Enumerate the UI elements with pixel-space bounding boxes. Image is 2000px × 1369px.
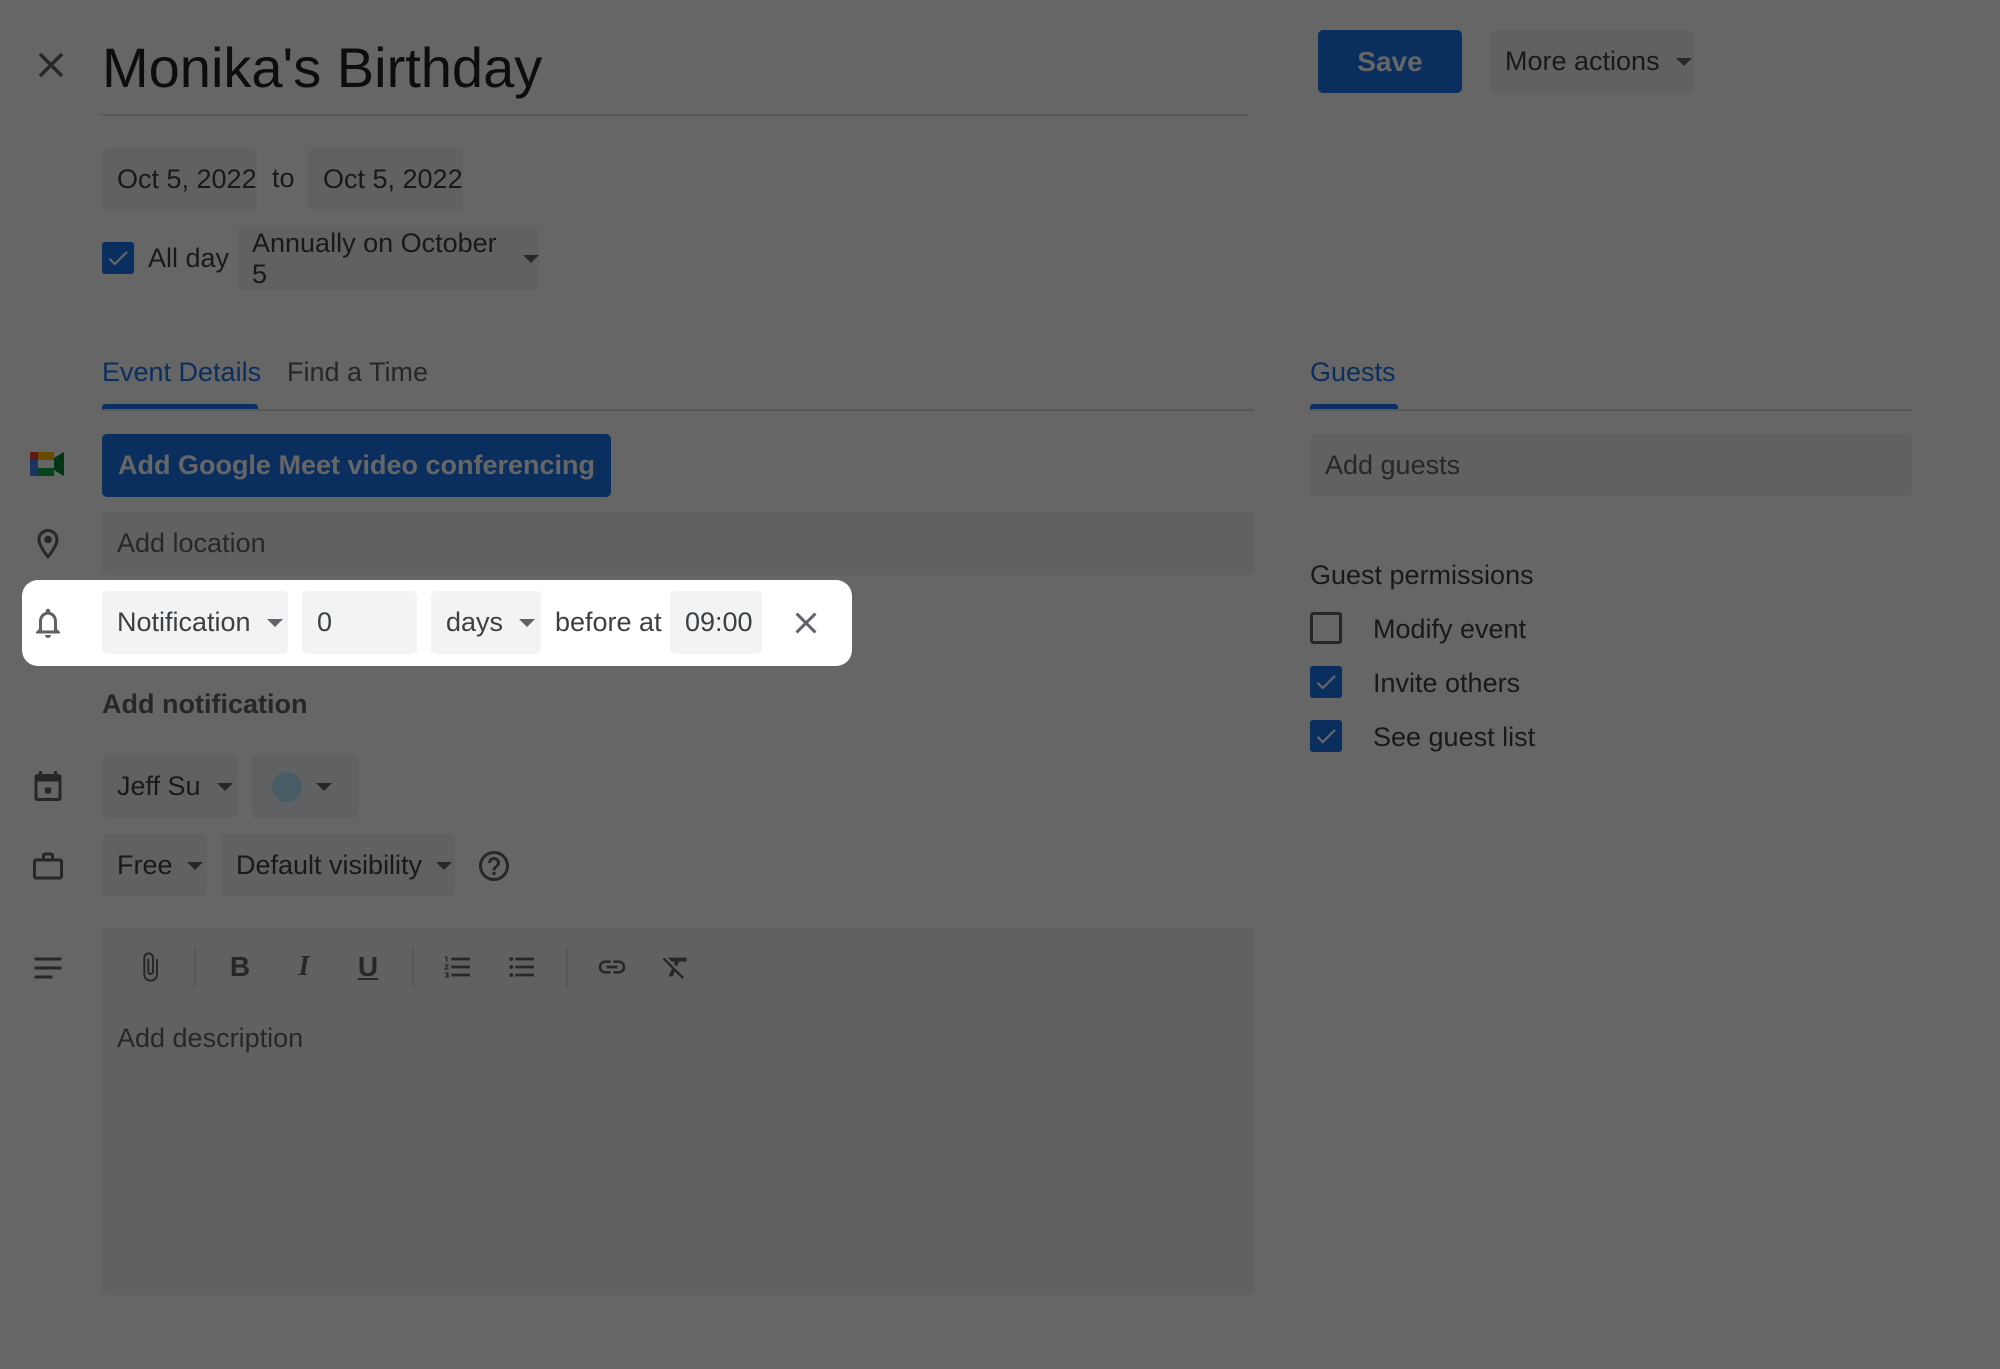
more-actions-label: More actions (1505, 46, 1660, 76)
add-notification-link[interactable]: Add notification (102, 689, 307, 720)
calendar-icon (30, 768, 66, 804)
chevron-down-icon (523, 254, 539, 263)
modify-event-label: Modify event (1373, 614, 1527, 644)
description-icon (30, 950, 66, 986)
chevron-down-icon (1675, 57, 1692, 66)
location-placeholder: Add location (117, 528, 266, 558)
location-input[interactable]: Add location (102, 512, 1254, 575)
before-at-label: before at (555, 607, 662, 637)
end-date-field[interactable]: Oct 5, 2022 (308, 148, 463, 211)
all-day-checkbox[interactable] (102, 242, 134, 274)
end-date: Oct 5, 2022 (323, 164, 463, 194)
location-pin-icon (30, 526, 66, 562)
formatting-toolbar: B I U (130, 947, 696, 987)
modify-event-checkbox[interactable] (1310, 612, 1342, 644)
recurrence-select[interactable]: Annually on October 5 (237, 227, 539, 290)
notification-type: Notification (117, 607, 251, 637)
notification-amount-input[interactable]: 0 (302, 591, 417, 654)
attachment-icon[interactable] (130, 947, 170, 987)
chevron-down-icon (436, 861, 453, 870)
chevron-down-icon (316, 782, 332, 791)
recurrence-value: Annually on October 5 (252, 227, 497, 289)
add-guests-placeholder: Add guests (1325, 450, 1461, 480)
toolbar-separator (412, 947, 414, 987)
description-placeholder: Add description (117, 1023, 304, 1053)
start-date: Oct 5, 2022 (117, 164, 257, 194)
bulleted-list-icon[interactable] (502, 947, 542, 987)
bold-icon[interactable]: B (220, 947, 260, 987)
availability-value: Free (117, 850, 173, 880)
save-button[interactable]: Save (1318, 30, 1462, 93)
chevron-down-icon (266, 618, 283, 627)
italic-icon[interactable]: I (284, 947, 324, 987)
event-color-swatch (272, 771, 302, 802)
chevron-down-icon (519, 618, 536, 627)
notification-unit: days (446, 607, 504, 637)
bell-icon (30, 605, 66, 641)
all-day-label: All day (148, 243, 230, 273)
tab-event-details[interactable]: Event Details (102, 357, 261, 388)
tabs-divider (102, 409, 1254, 411)
description-editor[interactable]: B I U Add description (102, 927, 1254, 1295)
chevron-down-icon (186, 861, 203, 870)
add-guests-input[interactable]: Add guests (1310, 434, 1912, 497)
guests-divider (1310, 409, 1912, 411)
date-separator: to (272, 163, 295, 193)
toolbar-separator (194, 947, 196, 987)
notification-amount: 0 (317, 607, 333, 637)
link-icon[interactable] (592, 947, 632, 987)
add-meet-button[interactable]: Add Google Meet video conferencing (102, 434, 611, 497)
see-guest-list-label: See guest list (1373, 722, 1536, 752)
google-meet-icon (30, 448, 66, 480)
notification-time: 09:00 (685, 607, 753, 637)
availability-select[interactable]: Free (102, 834, 207, 897)
underline-icon[interactable]: U (348, 947, 388, 987)
start-date-field[interactable]: Oct 5, 2022 (102, 148, 257, 211)
tab-guests[interactable]: Guests (1310, 357, 1396, 388)
notification-type-select[interactable]: Notification (102, 591, 288, 654)
help-icon[interactable] (476, 848, 512, 884)
tab-find-a-time[interactable]: Find a Time (287, 357, 428, 388)
event-color-select[interactable] (252, 755, 359, 818)
notification-time-input[interactable]: 09:00 (670, 591, 762, 654)
briefcase-icon (30, 848, 66, 884)
invite-others-label: Invite others (1373, 668, 1521, 698)
notification-row: Notification 0 days before at 09:00 (22, 580, 852, 666)
clear-formatting-icon[interactable] (656, 947, 696, 987)
event-title: Monika's Birthday (102, 36, 543, 99)
invite-others-checkbox[interactable] (1310, 666, 1342, 698)
visibility-value: Default visibility (236, 850, 423, 880)
toolbar-separator (566, 947, 568, 987)
remove-notification-icon[interactable] (788, 605, 824, 641)
see-guest-list-checkbox[interactable] (1310, 720, 1342, 752)
visibility-select[interactable]: Default visibility (221, 834, 455, 897)
more-actions-button[interactable]: More actions (1490, 30, 1694, 93)
guest-permissions-title: Guest permissions (1310, 560, 1534, 590)
close-icon[interactable] (30, 44, 72, 86)
notification-unit-select[interactable]: days (431, 591, 541, 654)
numbered-list-icon[interactable] (438, 947, 478, 987)
calendar-select[interactable]: Jeff Su (102, 755, 238, 818)
event-title-input[interactable]: Monika's Birthday (102, 30, 1247, 116)
chevron-down-icon (216, 782, 233, 791)
calendar-owner: Jeff Su (117, 771, 201, 801)
